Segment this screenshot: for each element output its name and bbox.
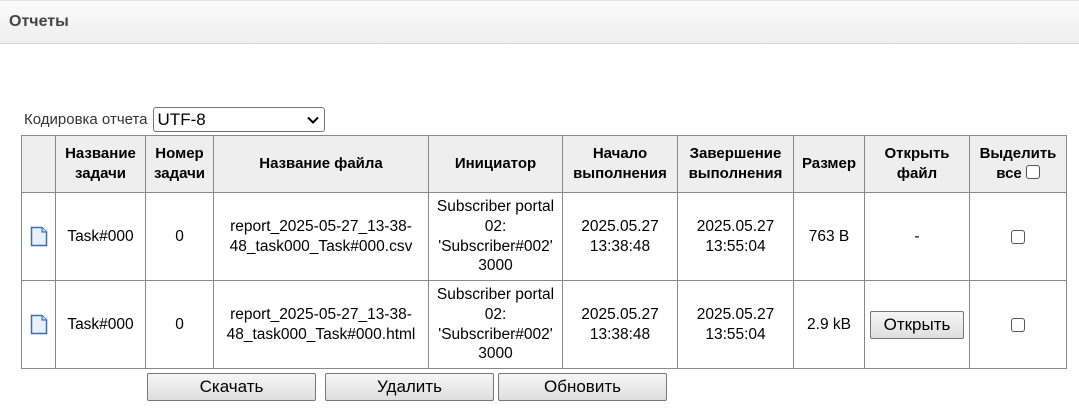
reports-table: Название задачи Номер задачи Название фа… (21, 135, 1067, 369)
row-icon-cell (21, 192, 56, 281)
size-cell: 763 B (793, 192, 865, 281)
refresh-button[interactable]: Обновить (498, 373, 667, 401)
encoding-select[interactable]: UTF-8 (152, 107, 325, 132)
row-checkbox[interactable] (1011, 317, 1025, 332)
select-all-label: Выделить все (979, 145, 1057, 182)
end-cell: 2025.05.27 13:55:04 (677, 280, 794, 369)
initiator-cell: Subscriber portal 02: 'Subscriber#002' 3… (428, 280, 563, 369)
file-name-cell: report_2025-05-27_13-38-48_task000_Task#… (213, 192, 429, 281)
select-cell (969, 192, 1067, 281)
encoding-value: UTF-8 (157, 109, 206, 129)
chevron-down-icon (306, 116, 319, 124)
initiator-cell: Subscriber portal 02: 'Subscriber#002' 3… (428, 192, 563, 281)
header-size: Размер (793, 135, 865, 193)
header-icon (21, 135, 56, 193)
encoding-label: Кодировка отчета (24, 111, 148, 128)
header-select-all: Выделить все (969, 135, 1067, 193)
row-icon-cell (21, 280, 56, 369)
delete-button[interactable]: Удалить (325, 373, 494, 401)
table-header-row: Название задачи Номер задачи Название фа… (21, 135, 1067, 193)
file-name-cell: report_2025-05-27_13-38-48_task000_Task#… (213, 280, 429, 369)
header-task-name: Название задачи (55, 135, 146, 193)
table-row: Task#000 0 report_2025-05-27_13-38-48_ta… (21, 280, 1067, 369)
open-file-button[interactable]: Открыть (870, 310, 964, 339)
select-all-checkbox[interactable] (1025, 165, 1040, 180)
header-initiator: Инициатор (428, 135, 563, 193)
document-icon (30, 314, 47, 335)
panel-title: Отчеты (9, 13, 69, 30)
task-name-cell: Task#000 (55, 192, 146, 281)
end-cell: 2025.05.27 13:55:04 (677, 192, 794, 281)
start-cell: 2025.05.27 13:38:48 (562, 192, 678, 281)
header-end: Завершение выполнения (677, 135, 794, 193)
select-cell (969, 280, 1067, 369)
table-row: Task#000 0 report_2025-05-27_13-38-48_ta… (21, 192, 1067, 281)
download-button[interactable]: Скачать (147, 373, 316, 401)
start-cell: 2025.05.27 13:38:48 (562, 280, 678, 369)
task-number-cell: 0 (145, 280, 214, 369)
size-cell: 2.9 kB (793, 280, 865, 369)
task-number-cell: 0 (145, 192, 214, 281)
open-file-cell: - (864, 192, 970, 281)
header-task-number: Номер задачи (145, 135, 214, 193)
header-open-file: Открыть файл (864, 135, 970, 193)
task-name-cell: Task#000 (55, 280, 146, 369)
document-icon (30, 226, 47, 247)
header-start: Начало выполнения (562, 135, 678, 193)
header-file-name: Название файла (213, 135, 429, 193)
panel-header: Отчеты (0, 0, 1079, 44)
open-file-cell: Открыть (864, 280, 970, 369)
encoding-row: Кодировка отчета UTF-8 (24, 107, 325, 132)
row-checkbox[interactable] (1011, 229, 1025, 244)
